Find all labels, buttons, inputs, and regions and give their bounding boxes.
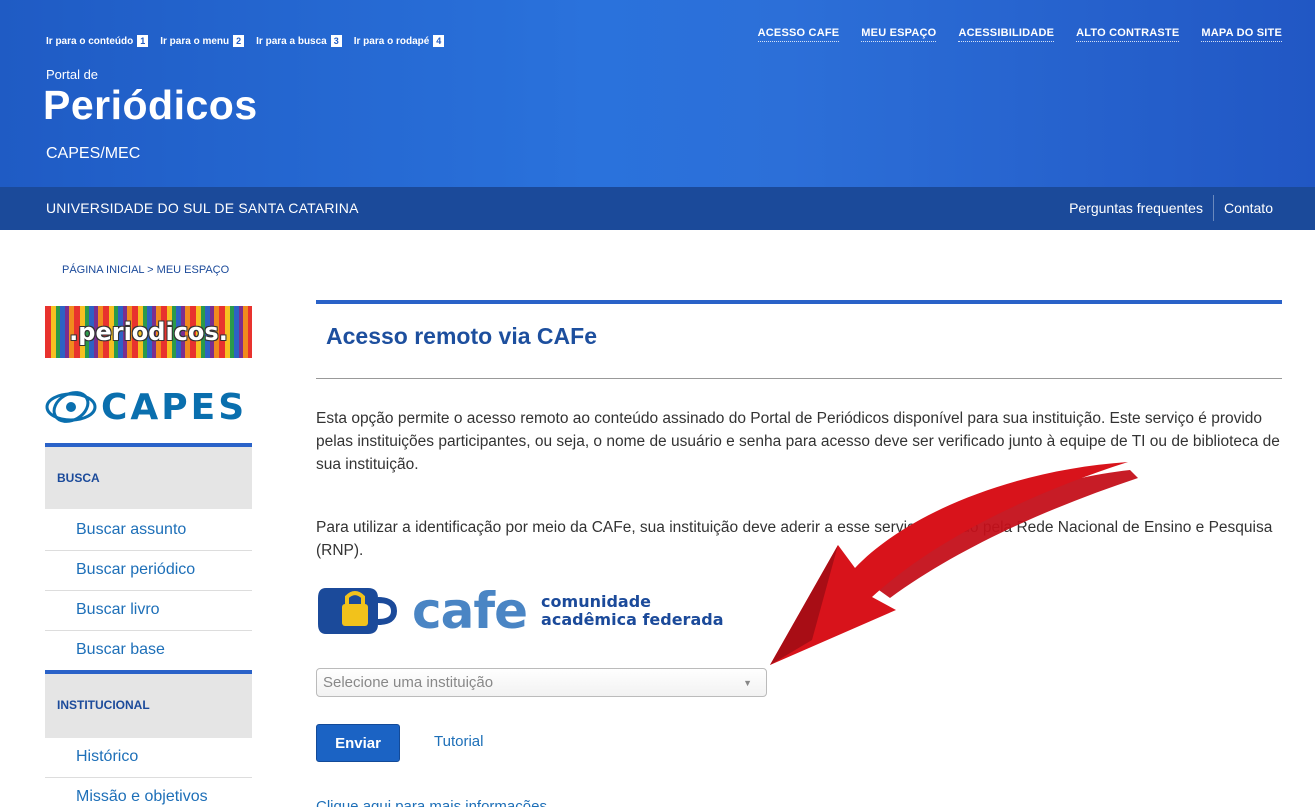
periodicos-logo[interactable]: .periodicos. [45, 306, 252, 358]
cafe-tagline-line2: acadêmica federada [541, 610, 724, 629]
skip-link-menu[interactable]: Ir para o menu 2 [160, 35, 245, 47]
nav-alto-contraste[interactable]: ALTO CONTRASTE [1076, 27, 1180, 42]
capes-emblem-icon [45, 391, 97, 423]
skip-link-content[interactable]: Ir para o conteúdo 1 [46, 35, 149, 47]
faq-link[interactable]: Perguntas frequentes [1059, 200, 1213, 216]
cafe-logo: cafe comunidade acadêmica federada [316, 582, 724, 640]
contact-link[interactable]: Contato [1214, 200, 1283, 216]
page-title: Acesso remoto via CAFe [326, 323, 597, 349]
intro-paragraph: Esta opção permite o acesso remoto ao co… [316, 410, 1280, 473]
nav-acessibilidade[interactable]: ACESSIBILIDADE [958, 27, 1055, 42]
sidebar-item-historico[interactable]: Histórico [45, 738, 252, 778]
institution-bar: UNIVERSIDADE DO SUL DE SANTA CATARINA Pe… [0, 187, 1315, 230]
cafe-paragraph: Para utilizar a identificação por meio d… [316, 519, 1273, 559]
title-top-rule [316, 300, 1282, 304]
brand-subtitle: CAPES/MEC [46, 145, 141, 162]
cafe-lock-icon [318, 588, 398, 634]
sidebar-section-institucional[interactable]: INSTITUCIONAL [45, 670, 252, 738]
sidebar-item-buscar-assunto[interactable]: Buscar assunto [45, 511, 252, 551]
more-info-link[interactable]: Clique aqui para mais informações [316, 798, 547, 807]
site-header: Ir para o conteúdo 1 Ir para o menu 2 Ir p… [0, 0, 1315, 187]
skip-links: Ir para o conteúdo 1 Ir para o menu 2 Ir p… [46, 35, 445, 47]
sidebar-section-busca[interactable]: BUSCA [45, 443, 252, 509]
institution-select[interactable]: Selecione uma instituição ▼ [316, 668, 767, 697]
brand-title[interactable]: Periódicos [43, 82, 258, 129]
skip-link-footer[interactable]: Ir para o rodapé 4 [354, 35, 445, 47]
periodicos-logo-text: .periodicos. [69, 318, 228, 346]
nav-mapa-do-site[interactable]: MAPA DO SITE [1201, 27, 1282, 42]
breadcrumb[interactable]: PÁGINA INICIAL > MEU ESPAÇO [62, 264, 229, 276]
capes-logo-text: CAPES [101, 386, 248, 428]
sidebar-item-buscar-livro[interactable]: Buscar livro [45, 591, 252, 631]
cafe-tagline-line1: comunidade [541, 592, 652, 611]
institution-links: Perguntas frequentes Contato [1059, 195, 1283, 221]
submit-button[interactable]: Enviar [316, 724, 400, 762]
title-bottom-rule [316, 378, 1282, 379]
cafe-logo-tagline: comunidade acadêmica federada [541, 593, 723, 629]
sidebar-item-buscar-base[interactable]: Buscar base [45, 631, 252, 671]
brand-prefix: Portal de [46, 67, 99, 82]
sidebar-item-missao[interactable]: Missão e objetivos [45, 778, 252, 807]
institution-select-value: Selecione uma instituição [323, 674, 494, 691]
cafe-logo-word: cafe [412, 582, 528, 640]
top-nav: ACESSO CAFE MEU ESPAÇO ACESSIBILIDADE AL… [757, 27, 1282, 42]
sidebar-item-buscar-periodico[interactable]: Buscar periódico [45, 551, 252, 591]
nav-acesso-cafe[interactable]: ACESSO CAFE [757, 27, 840, 42]
capes-logo[interactable]: CAPES [45, 383, 252, 431]
institution-name: UNIVERSIDADE DO SUL DE SANTA CATARINA [46, 200, 359, 216]
tutorial-link[interactable]: Tutorial [434, 733, 483, 750]
nav-meu-espaco[interactable]: MEU ESPAÇO [861, 27, 937, 42]
chevron-down-icon: ▼ [743, 678, 752, 688]
skip-link-search[interactable]: Ir para a busca 3 [256, 35, 342, 47]
